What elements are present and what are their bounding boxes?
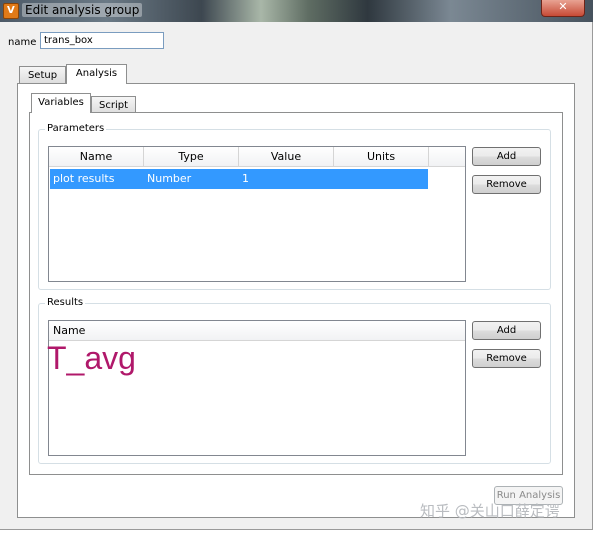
- parameters-table[interactable]: Name Type Value Units plot results Numbe…: [48, 146, 466, 282]
- column-header-name[interactable]: Name: [49, 147, 144, 167]
- app-icon-letter: V: [7, 5, 15, 16]
- name-label: name: [8, 37, 37, 48]
- results-group-label: Results: [45, 297, 86, 308]
- watermark: 知乎 @关山口薛定谔: [420, 502, 560, 520]
- parameters-add-button[interactable]: Add: [472, 147, 541, 166]
- parameters-group-label: Parameters: [45, 123, 107, 134]
- column-header-filler: [429, 147, 465, 167]
- t-avg-annotation: T_avg: [47, 340, 136, 376]
- results-add-button[interactable]: Add: [472, 321, 541, 340]
- window-title: Edit analysis group: [22, 3, 143, 17]
- row-name-cell[interactable]: plot results: [53, 172, 114, 185]
- tab-setup[interactable]: Setup: [19, 66, 66, 84]
- row-type-cell[interactable]: Number: [147, 172, 191, 185]
- row-value-cell[interactable]: 1: [242, 172, 249, 185]
- column-header-result-name[interactable]: Name: [49, 321, 465, 341]
- table-row[interactable]: plot results Number 1: [50, 169, 428, 189]
- column-header-value[interactable]: Value: [239, 147, 334, 167]
- results-remove-button[interactable]: Remove: [472, 349, 541, 368]
- tab-variables[interactable]: Variables: [31, 93, 91, 113]
- parameters-remove-button[interactable]: Remove: [472, 175, 541, 194]
- column-header-type[interactable]: Type: [144, 147, 239, 167]
- name-input[interactable]: [40, 32, 164, 49]
- app-icon: V: [3, 3, 19, 19]
- tab-analysis[interactable]: Analysis: [66, 64, 127, 84]
- close-icon: ✕: [558, 0, 568, 13]
- column-header-units[interactable]: Units: [334, 147, 429, 167]
- close-button[interactable]: ✕: [541, 0, 585, 17]
- title-bar[interactable]: V Edit analysis group ✕: [0, 0, 593, 22]
- edit-analysis-group-dialog: V Edit analysis group ✕ name Setup Analy…: [0, 0, 593, 530]
